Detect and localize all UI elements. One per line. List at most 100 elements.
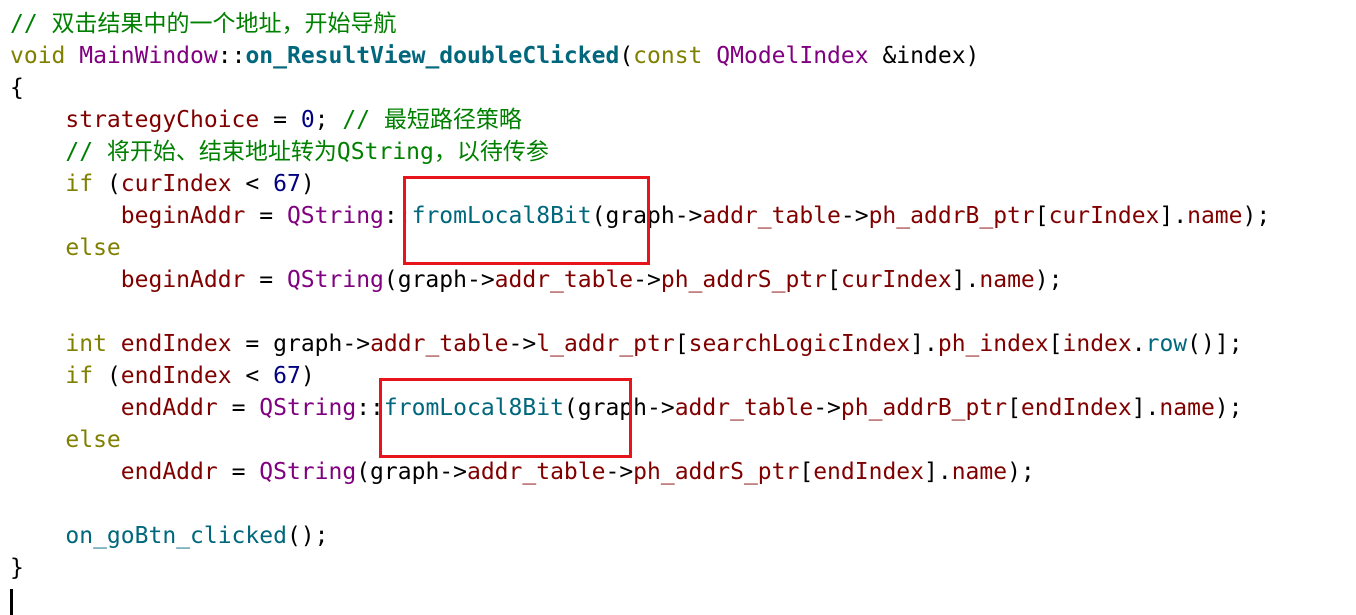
code-token-plain: [ xyxy=(1034,203,1049,229)
code-token-type: QModelIndex xyxy=(716,43,869,69)
code-token-plain: { xyxy=(10,75,24,101)
code-line[interactable]: if (curIndex < 67) xyxy=(10,168,315,200)
code-token-plain: ) xyxy=(300,171,315,197)
code-token-plain: = xyxy=(245,203,287,229)
code-token-member: addr_table xyxy=(702,203,841,229)
code-token-plain: < xyxy=(231,171,274,197)
code-token-member: addr_table xyxy=(370,331,509,357)
code-token-plain: ); xyxy=(1034,267,1063,293)
code-line[interactable]: { xyxy=(10,72,24,104)
code-token-plain: [ xyxy=(1007,395,1021,421)
code-line[interactable]: else xyxy=(10,424,121,456)
code-token-type: MainWindow xyxy=(79,43,218,69)
code-token-plain: ); xyxy=(1007,459,1035,485)
code-token-member: endIndex xyxy=(813,459,924,485)
code-token-plain: -> xyxy=(840,203,869,229)
code-token-plain: &index) xyxy=(868,43,980,69)
code-token-keyword: if xyxy=(65,363,94,389)
code-token-plain: ( xyxy=(619,43,634,69)
code-token-keyword: else xyxy=(65,235,121,261)
code-token-num: 67 xyxy=(273,363,301,389)
code-token-type: QString xyxy=(259,395,357,421)
code-line[interactable]: endAddr = QString(graph->addr_table->ph_… xyxy=(10,456,1035,488)
code-token-plain: = xyxy=(217,395,260,421)
code-token-plain: ]. xyxy=(1131,395,1160,421)
code-token-keyword: int xyxy=(65,331,107,357)
code-token-plain: -> xyxy=(508,331,537,357)
code-line[interactable]: strategyChoice = 0; // 最短路径策略 xyxy=(10,104,522,136)
code-line[interactable]: on_goBtn_clicked(); xyxy=(10,520,329,552)
code-token-comment: // 最短路径策略 xyxy=(342,107,522,133)
code-token-func: row xyxy=(1145,331,1188,357)
code-token-keyword: else xyxy=(65,427,121,453)
code-token-member: addr_table xyxy=(674,395,814,421)
code-token-member: addr_table xyxy=(466,459,606,485)
code-token-plain: = xyxy=(245,267,287,293)
code-token-num: 0 xyxy=(300,107,315,133)
text-cursor xyxy=(10,589,13,615)
code-token-type: QString xyxy=(286,203,384,229)
code-token-member: beginAddr xyxy=(120,267,246,293)
code-token-member: name xyxy=(951,459,1008,485)
code-token-member: searchLogicIndex xyxy=(688,331,911,357)
code-token-member: name xyxy=(1159,395,1215,421)
code-token-plain: ()]; xyxy=(1187,331,1243,357)
code-token-member: endAddr xyxy=(120,395,218,421)
code-token-member: endIndex xyxy=(1020,395,1132,421)
code-token-keyword: void xyxy=(10,43,66,69)
code-line[interactable]: } xyxy=(10,552,24,584)
code-token-keyword: const xyxy=(633,43,703,69)
code-token-plain: ); xyxy=(1214,395,1243,421)
code-token-plain: ( xyxy=(93,363,121,389)
code-token-keyword: if xyxy=(65,171,94,197)
code-token-plain: -> xyxy=(813,395,841,421)
code-token-member: beginAddr xyxy=(120,203,246,229)
code-token-plain: = xyxy=(259,107,301,133)
code-line[interactable]: if (endIndex < 67) xyxy=(10,360,315,392)
code-editor[interactable]: // 双击结果中的一个地址，开始导航 void MainWindow::on_Re… xyxy=(0,0,1356,615)
code-token-func: on_goBtn_clicked xyxy=(65,523,287,549)
code-token-member: curIndex xyxy=(840,267,952,293)
code-token-member: endIndex xyxy=(120,363,232,389)
code-token-type: QString xyxy=(286,267,384,293)
code-line[interactable]: void MainWindow::on_ResultView_doubleCli… xyxy=(10,40,979,72)
code-token-type: QString xyxy=(259,459,357,485)
code-token-member: ph_addrS_ptr xyxy=(660,267,828,293)
code-line[interactable]: beginAddr = QString(graph->addr_table->p… xyxy=(10,264,1063,296)
code-token-plain: [ xyxy=(1048,331,1063,357)
code-token-member: l_addr_ptr xyxy=(536,331,675,357)
code-token-member: name xyxy=(979,267,1035,293)
code-token-plain: ]. xyxy=(923,459,952,485)
code-token-member: endIndex xyxy=(120,331,232,357)
code-token-comment: // 将开始、结束地址转为QString，以待传参 xyxy=(65,139,549,165)
code-token-plain: [ xyxy=(799,459,814,485)
code-token-plain: ) xyxy=(300,363,315,389)
code-line[interactable]: int endIndex = graph->addr_table->l_addr… xyxy=(10,328,1243,360)
highlight-box-begin-fromLocal8Bit xyxy=(403,176,650,265)
code-token-plain: [ xyxy=(827,267,841,293)
code-line[interactable]: // 双击结果中的一个地址，开始导航 xyxy=(10,8,397,40)
code-token-plain: = xyxy=(217,459,260,485)
code-token-plain: ]. xyxy=(951,267,980,293)
code-token-plain: (); xyxy=(286,523,329,549)
code-token-member: ph_index xyxy=(937,331,1049,357)
code-token-member: ph_addrB_ptr xyxy=(868,203,1035,229)
code-token-member: strategyChoice xyxy=(65,107,260,133)
code-line[interactable]: // 将开始、结束地址转为QString，以待传参 xyxy=(10,136,549,168)
code-line[interactable]: else xyxy=(10,232,121,264)
code-token-plain: ; xyxy=(314,107,343,133)
